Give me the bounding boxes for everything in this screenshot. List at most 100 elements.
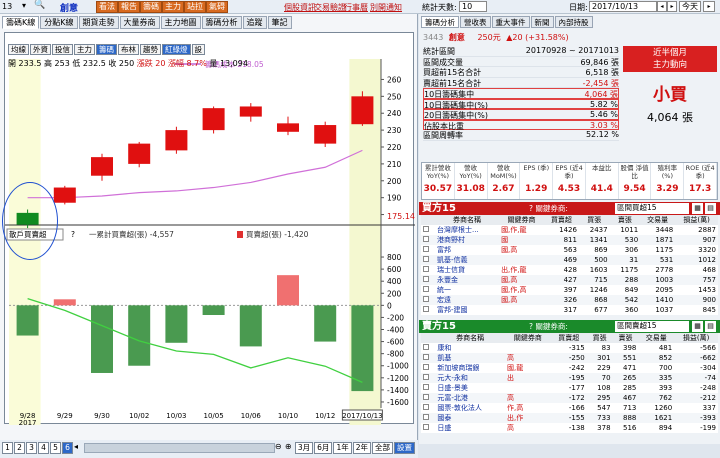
search-icon[interactable]: 🔍 <box>34 0 45 10</box>
row-checkbox[interactable] <box>423 414 429 420</box>
tab-revenue[interactable]: 營收表 <box>460 16 491 28</box>
table-row[interactable]: 統一 國,作,高 397 1246 849 2095 1453 <box>421 285 718 295</box>
checkbox-cell[interactable] <box>421 275 435 285</box>
next-icon[interactable]: ▸ <box>703 1 715 12</box>
link-calendar[interactable]: 行事曆 <box>344 2 368 13</box>
tab-big-brokers[interactable]: 大量券商 <box>119 16 160 29</box>
checkbox-cell[interactable] <box>421 295 435 305</box>
row-checkbox[interactable] <box>423 394 429 400</box>
checkbox-cell[interactable] <box>421 373 435 383</box>
dropdown-icon[interactable]: ▾ <box>22 1 26 10</box>
zoom-minus-icon[interactable]: ⊖ <box>275 442 285 456</box>
row-checkbox[interactable] <box>423 424 429 430</box>
zoom-plus-icon[interactable]: ⊕ <box>285 442 295 456</box>
table-row[interactable]: 日盛-景美 -177 108 285 393 -248 <box>421 383 718 393</box>
table-row[interactable]: 元富-北港 高 -172 295 467 762 -212 <box>421 393 718 403</box>
prev-date-icon[interactable]: ◂ <box>657 1 667 12</box>
table-row[interactable]: 康和 -315 83 398 481 -566 <box>421 343 718 353</box>
row-checkbox[interactable] <box>423 266 429 272</box>
ma-button[interactable]: 均線 <box>8 44 29 55</box>
checkbox-cell[interactable] <box>421 265 435 275</box>
table-row[interactable]: 港商野村 國 811 1341 530 1871 907 <box>421 235 718 245</box>
days-select[interactable]: 10 <box>459 1 487 12</box>
scroll-left-icon[interactable]: ◂ <box>74 442 84 456</box>
tab-track[interactable]: 追蹤 <box>242 16 267 29</box>
sell-chart-icon[interactable]: ▤ <box>705 321 716 332</box>
buy-select[interactable]: 區間買超15 <box>615 203 689 214</box>
trend-button[interactable]: 趨勢 <box>140 44 161 55</box>
tab-chip-kline[interactable]: 籌碼K線 <box>2 16 40 29</box>
row-checkbox[interactable] <box>423 306 429 312</box>
checkbox-cell[interactable] <box>421 285 435 295</box>
table-row[interactable]: 富邦 國,高 563 869 306 1175 3320 <box>421 245 718 255</box>
link-trade-verify[interactable]: 交易驗證 <box>314 2 346 13</box>
checkbox-cell[interactable] <box>421 393 435 403</box>
bollinger-button[interactable]: 布林 <box>118 44 139 55</box>
table-row[interactable]: 凱基 高 -250 301 551 852 -662 <box>421 353 718 363</box>
link-stock-info[interactable]: 個股資訊 <box>284 2 316 13</box>
checkbox-cell[interactable] <box>421 363 435 373</box>
checkbox-cell[interactable] <box>421 225 435 235</box>
checkbox-cell[interactable] <box>421 423 435 433</box>
buy-table-icon[interactable]: ▦ <box>692 203 703 214</box>
tab-branch-kline[interactable]: 分點K線 <box>40 16 78 29</box>
checkbox-cell[interactable] <box>421 245 435 255</box>
sell-select[interactable]: 區間賣超15 <box>615 321 689 332</box>
table-row[interactable]: 永豐金 國,高 427 715 288 1003 757 <box>421 275 718 285</box>
toolbar-button-3[interactable]: 主力 <box>162 1 184 13</box>
row-checkbox[interactable] <box>423 236 429 242</box>
table-row[interactable]: 日盛 高 -138 378 516 894 -199 <box>421 423 718 433</box>
checkbox-cell[interactable] <box>421 383 435 393</box>
row-checkbox[interactable] <box>423 256 429 262</box>
tab-main-map[interactable]: 主力地圖 <box>160 16 201 29</box>
checkbox-cell[interactable] <box>421 305 435 315</box>
table-row[interactable]: 宏遠 國,高 326 868 542 1410 900 <box>421 295 718 305</box>
toolbar-button-2[interactable]: 籌碼 <box>140 1 162 13</box>
traffic-light-button[interactable]: 紅綠燈 <box>162 44 191 55</box>
tab-notes[interactable]: 筆記 <box>267 16 292 29</box>
next-date-icon[interactable]: ▸ <box>667 1 677 12</box>
today-button[interactable]: 今天 <box>679 1 701 12</box>
tab-insider[interactable]: 內部持股 <box>554 16 593 28</box>
chip-button[interactable]: 籌碼 <box>96 44 117 55</box>
row-checkbox[interactable] <box>423 374 429 380</box>
checkbox-cell[interactable] <box>421 353 435 363</box>
date-input[interactable]: 2017/10/13 <box>589 1 657 12</box>
row-checkbox[interactable] <box>423 354 429 360</box>
table-row[interactable]: 台灣摩根士... 國,作,龍 1426 2437 1011 3448 2887 <box>421 225 718 235</box>
trust-button[interactable]: 投信 <box>52 44 73 55</box>
toolbar-button-1[interactable]: 報告 <box>118 1 140 13</box>
row-checkbox[interactable] <box>423 384 429 390</box>
checkbox-cell[interactable] <box>421 343 435 353</box>
checkbox-cell[interactable] <box>421 235 435 245</box>
row-checkbox[interactable] <box>423 246 429 252</box>
row-checkbox[interactable] <box>423 364 429 370</box>
table-row[interactable]: 新加坡商瑞銀 國,龍 -242 229 471 700 -304 <box>421 363 718 373</box>
row-checkbox[interactable] <box>423 226 429 232</box>
checkbox-cell[interactable] <box>421 403 435 413</box>
table-row[interactable]: 凱基-信義 469 500 31 531 1012 <box>421 255 718 265</box>
row-checkbox[interactable] <box>423 344 429 350</box>
tab-news[interactable]: 新聞 <box>530 16 554 28</box>
tab-chip-analysis-r[interactable]: 籌碼分析 <box>421 16 459 28</box>
buy-chart-icon[interactable]: ▤ <box>705 203 716 214</box>
checkbox-cell[interactable] <box>421 413 435 423</box>
sell-table-icon[interactable]: ▦ <box>692 321 703 332</box>
table-row[interactable]: 瑞士信貸 出,作,龍 428 1603 1175 2778 468 <box>421 265 718 275</box>
table-row[interactable]: 元大-永和 出 -195 70 265 335 -74 <box>421 373 718 383</box>
link-notify[interactable]: 別開通知 <box>370 2 402 13</box>
tab-chip-analysis[interactable]: 籌碼分析 <box>201 16 242 29</box>
table-row[interactable]: 國泰 出,作 -155 733 888 1621 -393 <box>421 413 718 423</box>
toolbar-button-5[interactable]: 氣碍 <box>206 1 228 13</box>
stock-code-input[interactable]: 13 <box>2 2 12 11</box>
scrollbar[interactable] <box>84 443 275 453</box>
tab-futures[interactable]: 期貨走勢 <box>78 16 119 29</box>
toolbar-button-4[interactable]: 站拉 <box>184 1 206 13</box>
tab-events[interactable]: 重大事件 <box>491 16 530 28</box>
toolbar-button-0[interactable]: 看法 <box>96 1 118 13</box>
table-row[interactable]: 富邦-建國 317 677 360 1037 845 <box>421 305 718 315</box>
checkbox-cell[interactable] <box>421 255 435 265</box>
row-checkbox[interactable] <box>423 296 429 302</box>
main-force-button[interactable]: 主力 <box>74 44 95 55</box>
settings-button[interactable]: 設 <box>191 44 205 55</box>
